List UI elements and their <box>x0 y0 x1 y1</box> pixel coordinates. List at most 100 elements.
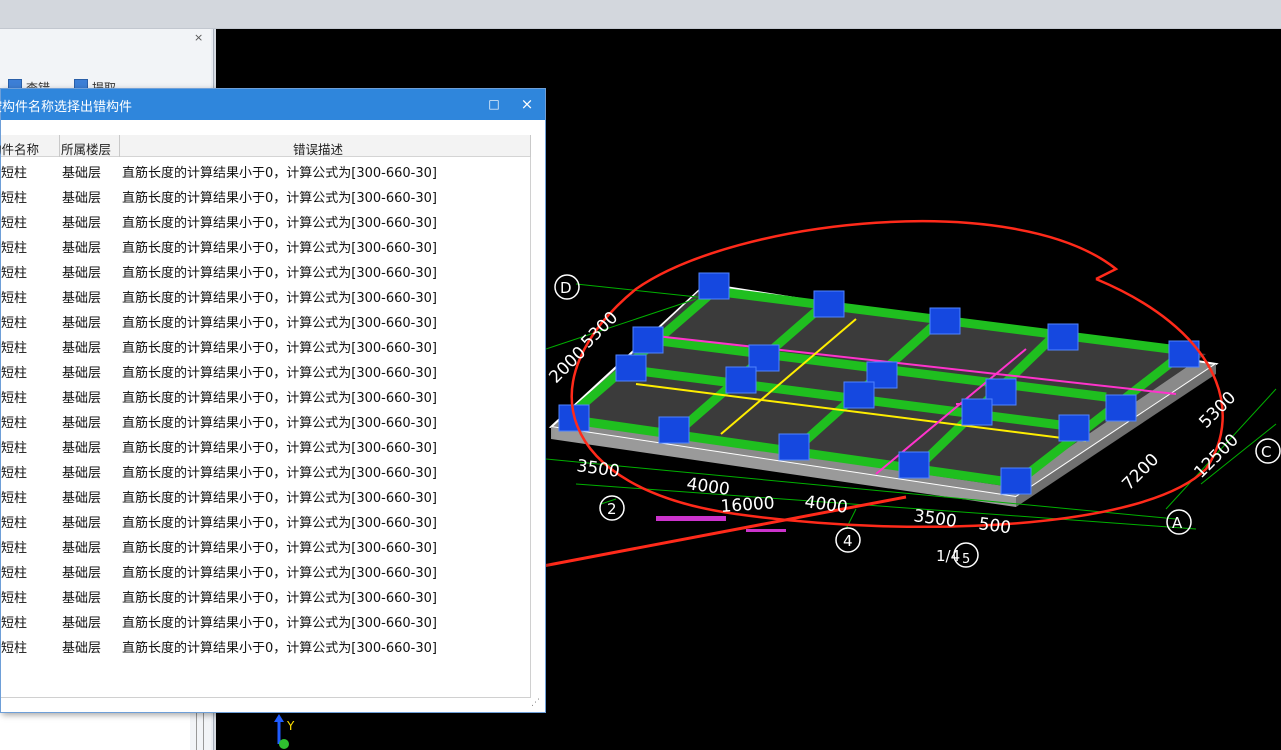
cell-component-name: 短柱 <box>1 316 28 331</box>
column-header-floor[interactable]: 所属楼层 <box>61 139 111 158</box>
coordinate-axis-icon: Y <box>274 714 295 749</box>
error-list-grid: 构件名称 所属楼层 错误描述 短柱基础层直筋长度的计算结果小于0，计算公式为[3… <box>0 135 531 698</box>
error-row[interactable]: 短柱 基础层 直筋长度的计算结果小于0，计算公式为[300-660-30] <box>1 408 531 433</box>
axis-label-1-4: 1/4 <box>936 547 960 565</box>
cell-component-name: 短柱 <box>1 491 28 506</box>
dim-500: 500 <box>977 514 1012 538</box>
magenta-tag <box>656 516 726 521</box>
error-row[interactable]: 短柱 基础层 直筋长度的计算结果小于0，计算公式为[300-660-30] <box>1 358 531 383</box>
cell-component-name: 短柱 <box>1 341 28 356</box>
error-row[interactable]: 短柱 基础层 直筋长度的计算结果小于0，计算公式为[300-660-30] <box>1 208 531 233</box>
cell-component-name: 短柱 <box>1 166 28 181</box>
cell-component-name: 短柱 <box>1 416 28 431</box>
cell-floor: 基础层 <box>62 541 102 556</box>
error-row[interactable]: 短柱 基础层 直筋长度的计算结果小于0，计算公式为[300-660-30] <box>1 183 531 208</box>
cell-error-description: 直筋长度的计算结果小于0，计算公式为[300-660-30] <box>122 241 437 256</box>
cell-floor: 基础层 <box>62 416 102 431</box>
cell-error-description: 直筋长度的计算结果小于0，计算公式为[300-660-30] <box>122 466 437 481</box>
cell-component-name: 短柱 <box>1 441 28 456</box>
cell-component-name: 短柱 <box>1 266 28 281</box>
error-row[interactable]: 短柱 基础层 直筋长度的计算结果小于0，计算公式为[300-660-30] <box>1 333 531 358</box>
cell-component-name: 短柱 <box>1 466 28 481</box>
cell-floor: 基础层 <box>62 341 102 356</box>
cell-floor: 基础层 <box>62 616 102 631</box>
cell-error-description: 直筋长度的计算结果小于0，计算公式为[300-660-30] <box>122 541 437 556</box>
error-row[interactable]: 短柱 基础层 直筋长度的计算结果小于0，计算公式为[300-660-30] <box>1 233 531 258</box>
error-row[interactable]: 短柱 基础层 直筋长度的计算结果小于0，计算公式为[300-660-30] <box>1 283 531 308</box>
dialog-titlebar[interactable]: 按构件名称选择出错构件 □ × <box>0 89 545 120</box>
column-header-description[interactable]: 错误描述 <box>293 139 343 158</box>
error-component-dialog: 按构件名称选择出错构件 □ × 构件名称 所属楼层 错误描述 短柱基础层直筋长度… <box>0 88 546 713</box>
dialog-title: 按构件名称选择出错构件 <box>0 100 133 115</box>
cell-error-description: 直筋长度的计算结果小于0，计算公式为[300-660-30] <box>122 316 437 331</box>
cell-component-name: 短柱 <box>1 191 28 206</box>
cell-floor: 基础层 <box>62 241 102 256</box>
left-panel-bottom-box <box>0 712 190 750</box>
cell-floor: 基础层 <box>62 516 102 531</box>
cell-error-description: 直筋长度的计算结果小于0，计算公式为[300-660-30] <box>122 216 437 231</box>
cell-component-name: 短柱 <box>1 516 28 531</box>
coordinate-axis-y-label: Y <box>286 719 295 733</box>
cell-floor: 基础层 <box>62 366 102 381</box>
axis-label-2: 2 <box>607 500 617 518</box>
cell-component-name: 短柱 <box>1 291 28 306</box>
cell-error-description: 直筋长度的计算结果小于0，计算公式为[300-660-30] <box>122 191 437 206</box>
cell-error-description: 直筋长度的计算结果小于0，计算公式为[300-660-30] <box>122 341 437 356</box>
column-separator[interactable] <box>59 135 60 157</box>
maximize-icon[interactable]: □ <box>484 94 504 114</box>
cell-error-description: 直筋长度的计算结果小于0，计算公式为[300-660-30] <box>122 516 437 531</box>
left-panel-scrollbar[interactable] <box>196 709 204 750</box>
cell-error-description: 直筋长度的计算结果小于0，计算公式为[300-660-30] <box>122 416 437 431</box>
error-row[interactable]: 短柱 基础层 直筋长度的计算结果小于0，计算公式为[300-660-30] <box>1 483 531 508</box>
dim-3500-b: 3500 <box>912 506 958 532</box>
cell-component-name: 短柱 <box>1 241 28 256</box>
cell-floor: 基础层 <box>62 166 102 181</box>
dialog-close-icon[interactable]: × <box>516 94 538 114</box>
error-row[interactable]: 短柱 基础层 直筋长度的计算结果小于0，计算公式为[300-660-30] <box>1 533 531 558</box>
cell-component-name: 短柱 <box>1 216 28 231</box>
column-header-name[interactable]: 构件名称 <box>0 139 39 158</box>
cell-error-description: 直筋长度的计算结果小于0，计算公式为[300-660-30] <box>122 566 437 581</box>
error-row[interactable]: 短柱 基础层 直筋长度的计算结果小于0，计算公式为[300-660-30] <box>1 158 531 183</box>
axis-label-d: D <box>560 279 572 297</box>
error-row[interactable]: 短柱 基础层 直筋长度的计算结果小于0，计算公式为[300-660-30] <box>1 433 531 458</box>
error-row[interactable]: 短柱 基础层 直筋长度的计算结果小于0，计算公式为[300-660-30] <box>1 308 531 333</box>
cell-error-description: 直筋长度的计算结果小于0，计算公式为[300-660-30] <box>122 491 437 506</box>
axis-label-c: C <box>1261 443 1271 461</box>
error-row[interactable]: 短柱 基础层 直筋长度的计算结果小于0，计算公式为[300-660-30] <box>1 383 531 408</box>
cell-component-name: 短柱 <box>1 591 28 606</box>
cell-floor: 基础层 <box>62 641 102 656</box>
cell-floor: 基础层 <box>62 316 102 331</box>
cell-error-description: 直筋长度的计算结果小于0，计算公式为[300-660-30] <box>122 166 437 181</box>
left-panel-close-icon[interactable]: × <box>194 31 203 44</box>
dim-7200: 7200 <box>1118 450 1163 495</box>
resize-grip-icon[interactable]: ⋰ <box>531 698 540 708</box>
cell-error-description: 直筋长度的计算结果小于0，计算公式为[300-660-30] <box>122 291 437 306</box>
cell-floor: 基础层 <box>62 266 102 281</box>
cell-floor: 基础层 <box>62 391 102 406</box>
top-toolbar-strip <box>0 0 1281 29</box>
error-row[interactable]: 短柱 基础层 直筋长度的计算结果小于0，计算公式为[300-660-30] <box>1 458 531 483</box>
error-row[interactable]: 短柱 基础层 直筋长度的计算结果小于0，计算公式为[300-660-30] <box>1 558 531 583</box>
axis-label-5: 5 <box>962 552 970 567</box>
error-row[interactable]: 短柱 基础层 直筋长度的计算结果小于0，计算公式为[300-660-30] <box>1 608 531 633</box>
cell-error-description: 直筋长度的计算结果小于0，计算公式为[300-660-30] <box>122 441 437 456</box>
column-separator[interactable] <box>119 135 120 157</box>
cell-component-name: 短柱 <box>1 566 28 581</box>
error-row[interactable]: 短柱 基础层 直筋长度的计算结果小于0，计算公式为[300-660-30] <box>1 258 531 283</box>
cell-floor: 基础层 <box>62 216 102 231</box>
error-row[interactable]: 短柱 基础层 直筋长度的计算结果小于0，计算公式为[300-660-30] <box>1 633 531 658</box>
cell-error-description: 直筋长度的计算结果小于0，计算公式为[300-660-30] <box>122 391 437 406</box>
cell-floor: 基础层 <box>62 441 102 456</box>
dim-5300-left: 5300 <box>577 308 622 353</box>
cell-floor: 基础层 <box>62 466 102 481</box>
error-row[interactable]: 短柱 基础层 直筋长度的计算结果小于0，计算公式为[300-660-30] <box>1 583 531 608</box>
cell-error-description: 直筋长度的计算结果小于0，计算公式为[300-660-30] <box>122 366 437 381</box>
cell-error-description: 直筋长度的计算结果小于0，计算公式为[300-660-30] <box>122 641 437 656</box>
cell-floor: 基础层 <box>62 291 102 306</box>
error-row[interactable]: 短柱 基础层 直筋长度的计算结果小于0，计算公式为[300-660-30] <box>1 508 531 533</box>
cell-floor: 基础层 <box>62 491 102 506</box>
cell-error-description: 直筋长度的计算结果小于0，计算公式为[300-660-30] <box>122 266 437 281</box>
cell-component-name: 短柱 <box>1 366 28 381</box>
cell-component-name: 短柱 <box>1 616 28 631</box>
